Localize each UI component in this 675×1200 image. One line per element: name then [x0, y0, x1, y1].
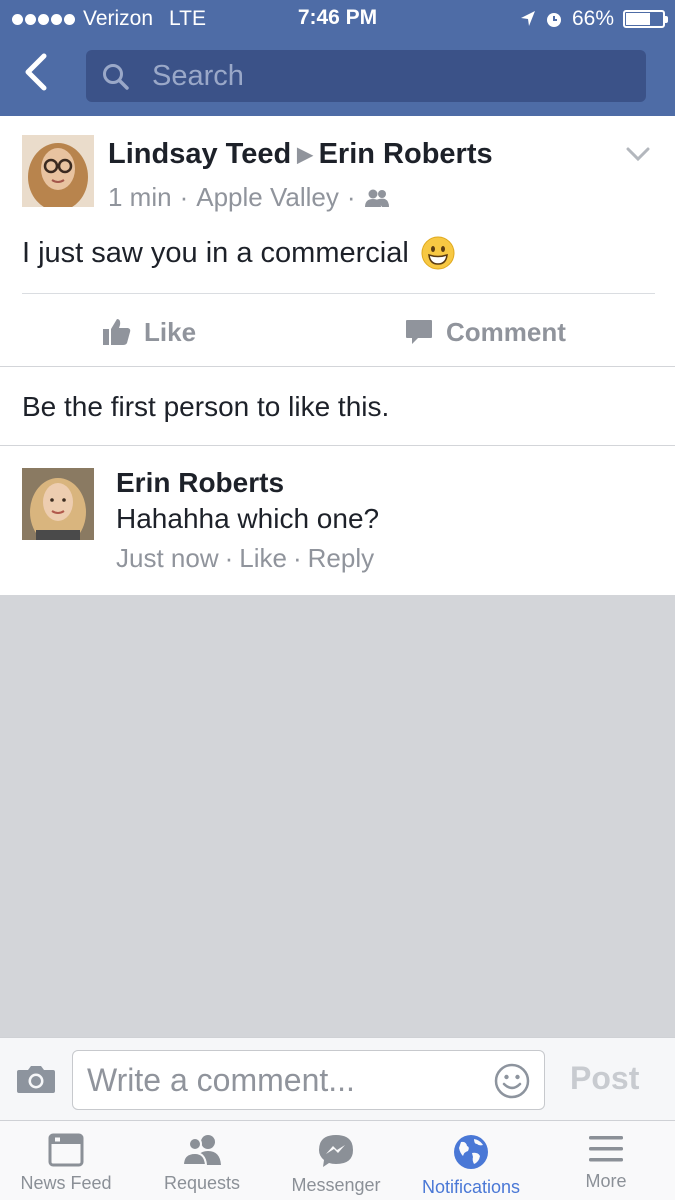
battery-icon: [623, 10, 668, 28]
messenger-icon: [319, 1135, 353, 1167]
divider: [22, 293, 655, 294]
search-input[interactable]: [152, 50, 622, 102]
tab-label: News Feed: [20, 1173, 112, 1193]
comment-item: Erin Roberts Hahahha which one? Just now…: [0, 446, 675, 595]
tab-messenger[interactable]: Messenger: [283, 1121, 389, 1200]
post-location[interactable]: Apple Valley: [196, 182, 339, 213]
comment-input[interactable]: [87, 1051, 487, 1109]
comment-composer: Post: [0, 1037, 675, 1121]
post-button[interactable]: Post: [570, 1060, 639, 1097]
tab-requests[interactable]: Requests: [149, 1121, 255, 1200]
comment-bubble-icon: [406, 320, 432, 344]
back-button[interactable]: [22, 52, 62, 96]
grinning-face-icon: [421, 236, 455, 270]
alarm-clock-icon: [546, 13, 561, 27]
meta-separator: ·: [292, 543, 302, 573]
search-icon: [103, 64, 129, 90]
avatar-photo: [22, 135, 94, 207]
likes-summary: Be the first person to like this.: [22, 391, 390, 422]
comment-button[interactable]: Comment: [404, 312, 566, 352]
like-label: Like: [144, 316, 197, 347]
tab-notifications[interactable]: Notifications: [407, 1121, 535, 1200]
news-feed-icon: [48, 1133, 84, 1167]
top-bar: Verizon LTE 7:46 PM 66%: [0, 0, 675, 116]
smiley-icon[interactable]: [494, 1063, 530, 1099]
like-button[interactable]: Like: [102, 312, 196, 352]
comment-meta: Just now · Like · Reply: [116, 543, 374, 574]
search-bar[interactable]: [86, 50, 646, 102]
arrow-right-icon: ▶: [297, 144, 313, 166]
thumbs-up-icon: [103, 319, 131, 345]
comment-reply-link[interactable]: Reply: [308, 543, 374, 574]
post-recipient-name[interactable]: Erin Roberts: [319, 138, 493, 171]
comment-text: Hahahha which one?: [116, 503, 380, 534]
tab-news-feed[interactable]: News Feed: [13, 1121, 119, 1200]
status-bar: Verizon LTE 7:46 PM 66%: [0, 0, 675, 38]
friends-icon: [364, 189, 389, 207]
meta-separator: ·: [346, 182, 356, 212]
chevron-down-icon[interactable]: [625, 146, 651, 162]
likes-summary-row[interactable]: Be the first person to like this.: [0, 367, 675, 445]
tab-label: Messenger: [291, 1175, 381, 1195]
comment-label: Comment: [446, 316, 566, 347]
tab-bar: News Feed Requests Messenger Notificatio…: [0, 1121, 675, 1200]
commenter-avatar[interactable]: [22, 468, 94, 540]
battery-percent: 66%: [571, 7, 614, 30]
comment-field[interactable]: [72, 1050, 545, 1110]
comment-like-link[interactable]: Like: [239, 543, 287, 574]
tab-more[interactable]: More: [553, 1121, 659, 1200]
tab-label: Requests: [163, 1173, 241, 1193]
comment-author[interactable]: Erin Roberts: [116, 467, 284, 499]
author-avatar[interactable]: [22, 135, 94, 207]
friend-requests-icon: [181, 1135, 221, 1166]
globe-icon: [454, 1135, 488, 1169]
tab-label: Notifications: [421, 1177, 521, 1197]
tab-label: More: [585, 1171, 627, 1191]
post-time[interactable]: 1 min: [108, 182, 172, 213]
post-meta: 1 min · Apple Valley ·: [108, 182, 390, 213]
meta-separator: ·: [179, 182, 189, 212]
post-header-names: Lindsay Teed ▶ Erin Roberts: [108, 138, 493, 171]
menu-icon: [589, 1136, 623, 1162]
avatar-photo: [22, 468, 94, 540]
post-author-name[interactable]: Lindsay Teed: [108, 138, 291, 171]
status-right: 66%: [520, 7, 668, 31]
meta-separator: ·: [224, 543, 234, 573]
post-text: I just saw you in a commercial: [22, 236, 409, 269]
camera-icon[interactable]: [16, 1064, 56, 1094]
comment-time: Just now: [116, 543, 219, 573]
chevron-left-icon: [25, 53, 47, 91]
location-arrow-icon: [520, 11, 535, 26]
post-body: I just saw you in a commercial: [22, 236, 455, 270]
post-card: Lindsay Teed ▶ Erin Roberts 1 min · Appl…: [0, 116, 675, 366]
